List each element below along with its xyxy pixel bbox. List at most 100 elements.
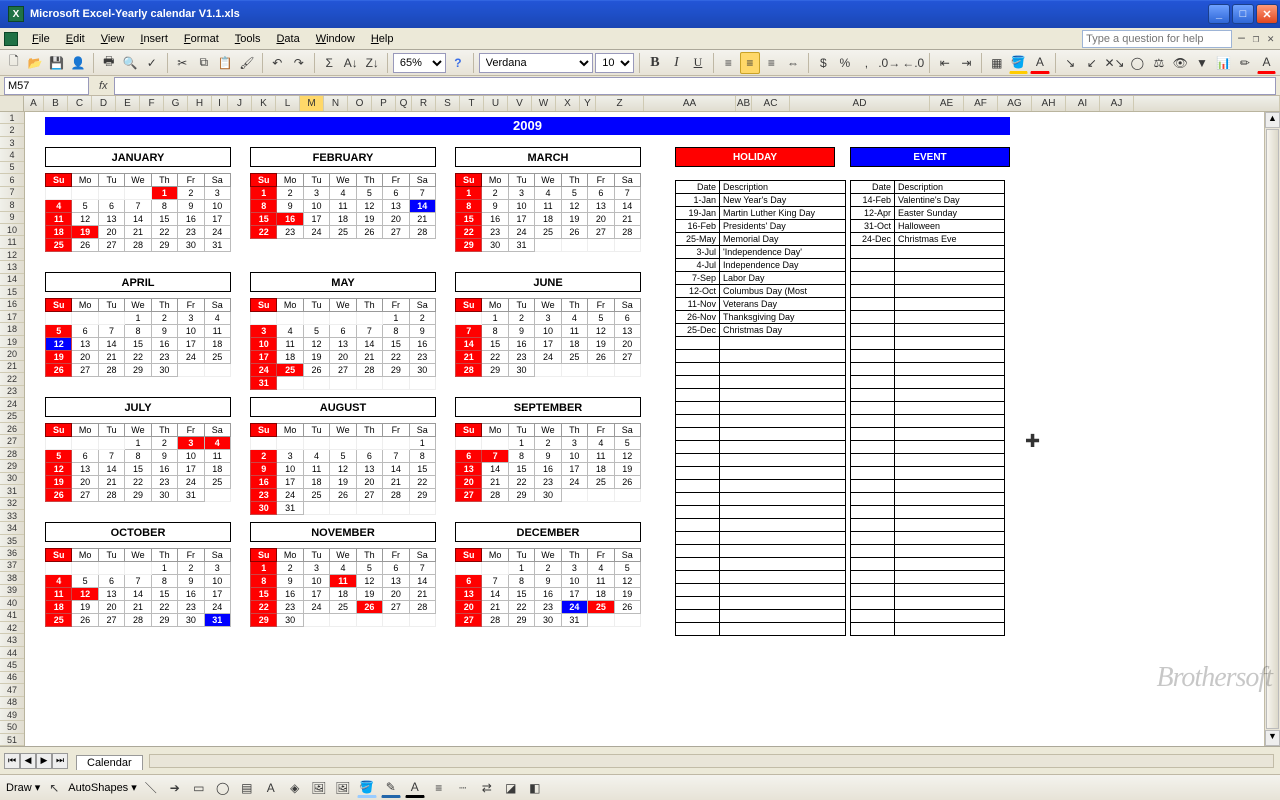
col-header[interactable]: K — [252, 96, 276, 111]
list-date-cell[interactable] — [851, 285, 895, 298]
row-header[interactable]: 48 — [0, 697, 24, 709]
list-date-cell[interactable] — [851, 480, 895, 493]
day-cell[interactable]: 25 — [330, 601, 356, 614]
day-cell[interactable]: 24 — [561, 476, 587, 489]
day-cell[interactable]: 4 — [330, 187, 356, 200]
day-cell[interactable]: 11 — [330, 200, 356, 213]
row-header[interactable]: 47 — [0, 684, 24, 696]
list-date-cell[interactable]: 19-Jan — [676, 207, 720, 220]
list-desc-cell[interactable] — [720, 493, 846, 506]
row-header[interactable]: 51 — [0, 734, 24, 746]
day-cell[interactable]: 20 — [98, 226, 124, 239]
sort-asc-icon[interactable]: A↓ — [341, 52, 361, 74]
day-cell[interactable]: 18 — [204, 338, 230, 351]
day-cell[interactable]: 31 — [508, 239, 534, 252]
name-box[interactable]: M57 — [4, 77, 89, 95]
row-header[interactable]: 41 — [0, 610, 24, 622]
day-cell[interactable]: 10 — [508, 200, 534, 213]
day-cell[interactable]: 28 — [409, 601, 435, 614]
list-desc-cell[interactable]: Presidents' Day — [720, 220, 846, 233]
list-date-cell[interactable] — [676, 584, 720, 597]
fill-color-icon[interactable]: 🪣 — [1009, 52, 1029, 74]
day-cell[interactable]: 13 — [356, 463, 382, 476]
list-desc-cell[interactable] — [720, 558, 846, 571]
redo-icon[interactable]: ↷ — [289, 52, 309, 74]
day-cell[interactable]: 17 — [204, 588, 230, 601]
day-cell[interactable]: 25 — [204, 476, 230, 489]
day-cell[interactable]: 3 — [178, 312, 204, 325]
day-cell[interactable]: 13 — [456, 588, 482, 601]
row-header[interactable]: 12 — [0, 249, 24, 261]
spelling-icon[interactable]: ✓ — [142, 52, 162, 74]
col-header[interactable]: L — [276, 96, 300, 111]
day-cell[interactable]: 8 — [125, 450, 151, 463]
day-cell[interactable] — [356, 437, 382, 450]
font-name-select[interactable]: Verdana — [479, 53, 594, 73]
scroll-down-icon[interactable]: ▼ — [1265, 730, 1280, 746]
row-header[interactable]: 19 — [0, 336, 24, 348]
tab-nav-last-icon[interactable]: ⏭ — [52, 753, 68, 769]
day-cell[interactable]: 14 — [125, 213, 151, 226]
day-cell[interactable] — [204, 489, 230, 502]
day-cell[interactable]: 20 — [383, 588, 409, 601]
font-color-icon[interactable]: A — [1030, 52, 1050, 74]
list-desc-cell[interactable] — [720, 415, 846, 428]
day-cell[interactable]: 13 — [614, 325, 640, 338]
day-cell[interactable] — [614, 489, 640, 502]
day-cell[interactable]: 16 — [535, 588, 561, 601]
day-cell[interactable]: 29 — [508, 614, 534, 627]
day-cell[interactable] — [588, 489, 614, 502]
day-cell[interactable]: 29 — [508, 489, 534, 502]
day-cell[interactable]: 9 — [251, 463, 277, 476]
day-cell[interactable]: 24 — [204, 601, 230, 614]
day-cell[interactable]: 9 — [178, 575, 204, 588]
list-desc-cell[interactable]: Christmas Day — [720, 324, 846, 337]
day-cell[interactable]: 4 — [303, 450, 329, 463]
day-cell[interactable]: 10 — [178, 450, 204, 463]
day-cell[interactable]: 25 — [46, 239, 72, 252]
zoom-select[interactable]: 65% — [393, 53, 446, 73]
list-date-cell[interactable] — [851, 298, 895, 311]
col-header[interactable]: AE — [930, 96, 964, 111]
day-cell[interactable]: 26 — [561, 226, 587, 239]
row-header[interactable]: 36 — [0, 547, 24, 559]
row-header[interactable]: 43 — [0, 634, 24, 646]
day-cell[interactable]: 29 — [125, 489, 151, 502]
day-cell[interactable] — [330, 312, 356, 325]
day-cell[interactable] — [303, 614, 329, 627]
day-cell[interactable]: 25 — [330, 226, 356, 239]
day-cell[interactable]: 9 — [535, 450, 561, 463]
day-cell[interactable]: 21 — [98, 476, 124, 489]
day-cell[interactable]: 1 — [482, 312, 508, 325]
day-cell[interactable]: 19 — [46, 476, 72, 489]
day-cell[interactable] — [356, 614, 382, 627]
day-cell[interactable]: 6 — [383, 562, 409, 575]
day-cell[interactable]: 17 — [251, 351, 277, 364]
list-date-cell[interactable] — [851, 259, 895, 272]
day-cell[interactable]: 22 — [151, 226, 177, 239]
day-cell[interactable]: 31 — [277, 502, 303, 515]
list-date-cell[interactable]: 14-Feb — [851, 194, 895, 207]
day-cell[interactable]: 28 — [125, 614, 151, 627]
day-cell[interactable]: 28 — [456, 364, 482, 377]
day-cell[interactable]: 5 — [614, 437, 640, 450]
drawing-toolbar-icon[interactable]: ✏ — [1235, 52, 1255, 74]
merge-center-icon[interactable]: ⇔ — [783, 52, 803, 74]
day-cell[interactable]: 23 — [535, 601, 561, 614]
day-cell[interactable]: 7 — [98, 325, 124, 338]
day-cell[interactable] — [125, 187, 151, 200]
list-desc-cell[interactable] — [720, 402, 846, 415]
day-cell[interactable]: 5 — [356, 562, 382, 575]
day-cell[interactable] — [277, 312, 303, 325]
col-header[interactable]: AH — [1032, 96, 1066, 111]
day-cell[interactable]: 25 — [46, 614, 72, 627]
comma-icon[interactable]: , — [857, 52, 877, 74]
list-desc-cell[interactable] — [720, 532, 846, 545]
day-cell[interactable]: 19 — [614, 463, 640, 476]
list-desc-cell[interactable] — [895, 402, 1005, 415]
chart-wizard-icon[interactable]: 📊 — [1214, 52, 1234, 74]
day-cell[interactable]: 24 — [204, 226, 230, 239]
row-header[interactable]: 21 — [0, 361, 24, 373]
day-cell[interactable]: 14 — [456, 338, 482, 351]
open-icon[interactable]: 📂 — [26, 52, 46, 74]
